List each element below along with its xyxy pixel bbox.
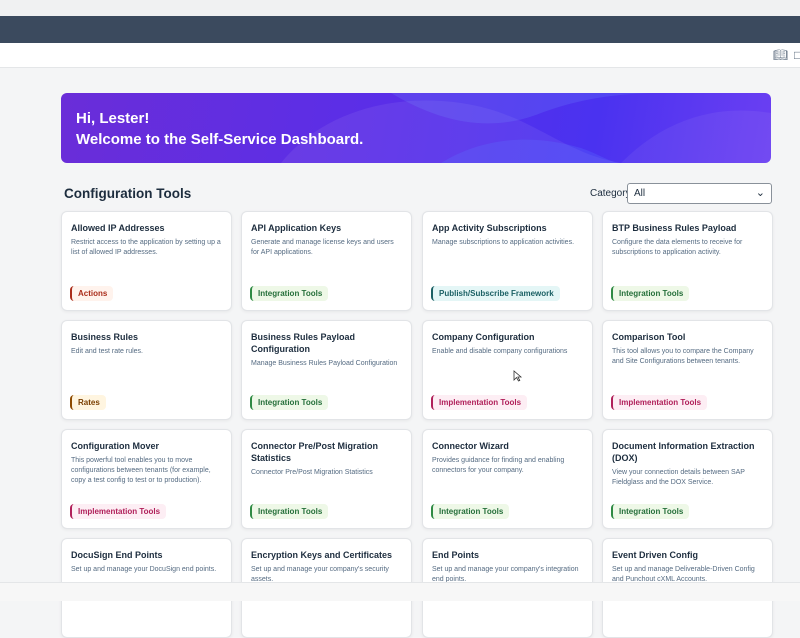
- card-title: Allowed IP Addresses: [71, 223, 165, 233]
- category-tag: Implementation Tools: [70, 504, 167, 519]
- panel-icon[interactable]: □: [794, 48, 800, 62]
- category-tag: Publish/Subscribe Framework: [431, 286, 560, 301]
- card-description: Provides guidance for finding and enabli…: [432, 457, 565, 474]
- card-title: Connector Wizard: [432, 441, 509, 451]
- card-description: Edit and test rate rules.: [71, 348, 143, 355]
- tool-card[interactable]: Connector Pre/Post Migration Statistics C…: [241, 429, 412, 529]
- card-title: Encryption Keys and Certificates: [251, 550, 393, 560]
- card-title: Configuration Mover: [71, 441, 159, 451]
- card-description: Manage Business Rules Payload Configurat…: [251, 360, 398, 367]
- tool-card[interactable]: Comparison Tool This tool allows you to c…: [602, 320, 773, 420]
- card-title: End Points: [432, 550, 479, 560]
- card-description: This tool allows you to compare the Comp…: [612, 348, 754, 365]
- sub-header-bar: 📖︎ □: [0, 43, 800, 68]
- card-description: Connector Pre/Post Migration Statistics: [251, 469, 373, 476]
- card-description: Generate and manage license keys and use…: [251, 239, 394, 256]
- category-tag: Integration Tools: [250, 286, 329, 301]
- category-tag: Implementation Tools: [431, 395, 528, 410]
- card-title: Connector Pre/Post Migration Statistics: [251, 441, 379, 463]
- card-title: DocuSign End Points: [71, 550, 163, 560]
- tool-card[interactable]: Allowed IP Addresses Restrict access to t…: [61, 211, 232, 311]
- category-tag: Rates: [70, 395, 106, 410]
- card-description: View your connection details between SAP…: [612, 469, 745, 486]
- card-title: BTP Business Rules Payload: [612, 223, 737, 233]
- category-tag: Integration Tools: [250, 504, 329, 519]
- category-tag: Integration Tools: [611, 286, 690, 301]
- welcome-text: Welcome to the Self-Service Dashboard.: [76, 131, 364, 148]
- card-description: Restrict access to the application by se…: [71, 239, 221, 256]
- section-title: Configuration Tools: [64, 186, 192, 201]
- category-tag: Integration Tools: [611, 504, 690, 519]
- banner-text: Hi, Lester! Welcome to the Self-Service …: [76, 108, 363, 150]
- card-title: Event Driven Config: [612, 550, 699, 560]
- tool-card[interactable]: BTP Business Rules Payload Configure the …: [602, 211, 773, 311]
- tool-card[interactable]: Connector Wizard Provides guidance for fi…: [422, 429, 593, 529]
- category-tag: Integration Tools: [431, 504, 510, 519]
- card-description: Manage subscriptions to application acti…: [432, 239, 575, 246]
- card-title: Business Rules: [71, 332, 139, 342]
- bottom-bar: [0, 582, 800, 601]
- welcome-banner: Hi, Lester! Welcome to the Self-Service …: [61, 93, 771, 163]
- card-title: Document Information Extraction (DOX): [612, 441, 755, 463]
- card-title: API Application Keys: [251, 223, 342, 233]
- tool-card[interactable]: Configuration Mover This powerful tool en…: [61, 429, 232, 529]
- category-tag: Integration Tools: [250, 395, 329, 410]
- shell-bar: [0, 16, 800, 43]
- tool-card[interactable]: App Activity Subscriptions Manage subscri…: [422, 211, 593, 311]
- category-select[interactable]: All ⌄: [627, 183, 772, 204]
- tool-card[interactable]: API Application Keys Generate and manage …: [241, 211, 412, 311]
- window-top-band: [0, 0, 800, 16]
- card-title: Business Rules Payload Configuration: [251, 332, 356, 354]
- tool-card[interactable]: Business Rules Edit and test rate rules. R…: [61, 320, 232, 420]
- card-description: Configure the data elements to receive f…: [612, 239, 743, 256]
- tool-card[interactable]: Business Rules Payload Configuration Mana…: [241, 320, 412, 420]
- greeting-text: Hi, Lester!: [76, 110, 150, 127]
- card-title: Company Configuration: [432, 332, 535, 342]
- category-tag: Implementation Tools: [611, 395, 708, 410]
- category-label: Category: [590, 188, 631, 199]
- category-tag: Actions: [70, 286, 114, 301]
- chevron-down-icon: ⌄: [755, 187, 765, 199]
- tool-card[interactable]: Company Configuration Enable and disable …: [422, 320, 593, 420]
- card-title: Comparison Tool: [612, 332, 686, 342]
- tool-card[interactable]: Document Information Extraction (DOX) Vie…: [602, 429, 773, 529]
- mouse-cursor-icon: [513, 370, 523, 382]
- card-description: This powerful tool enables you to move c…: [71, 457, 211, 484]
- category-value: All: [634, 188, 646, 199]
- card-title: App Activity Subscriptions: [432, 223, 547, 233]
- card-description: Enable and disable company configuration…: [432, 348, 568, 355]
- help-book-icon[interactable]: 📖︎: [773, 48, 788, 62]
- card-description: Set up and manage your DocuSign end poin…: [71, 566, 217, 573]
